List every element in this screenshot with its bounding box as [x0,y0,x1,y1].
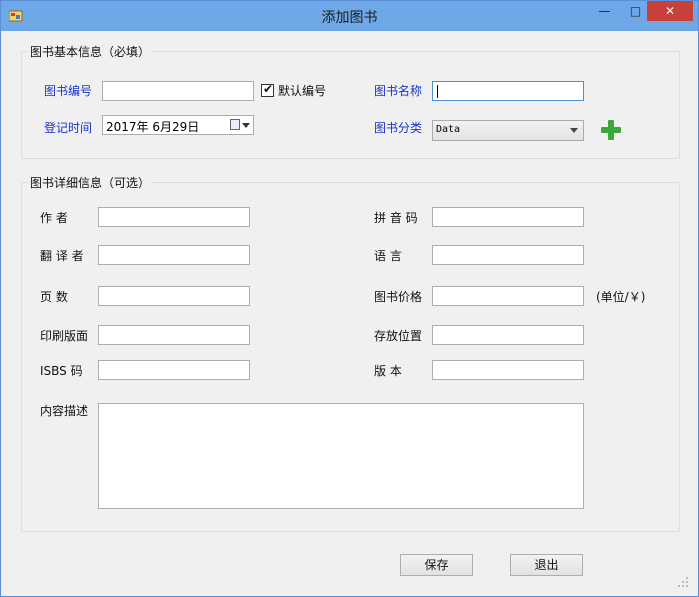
plus-icon-v [608,120,614,140]
reg-time-label: 登记时间 [44,121,93,135]
save-button[interactable]: 保存 [400,554,473,576]
edition-input[interactable] [432,360,584,380]
isbn-label: ISBS 码 [40,364,83,378]
author-input[interactable] [98,207,250,227]
location-label: 存放位置 [374,329,423,343]
category-select[interactable]: Data [432,120,584,141]
calendar-icon [230,119,240,130]
check-icon: ✔ [263,82,274,96]
chevron-down-icon [570,128,578,133]
maximize-button[interactable]: □ [622,1,649,21]
exit-button[interactable]: 退出 [510,554,583,576]
price-label: 图书价格 [374,290,423,304]
pages-label: 页 数 [40,290,68,304]
category-value: Data [436,124,461,135]
description-label: 内容描述 [40,404,89,418]
text-caret [437,85,438,98]
chevron-down-icon [242,123,250,128]
print-layout-label: 印刷版面 [40,329,89,343]
edition-label: 版 本 [374,364,402,378]
datepicker-dropdown-button[interactable] [225,116,253,134]
category-label: 图书分类 [374,121,423,135]
description-textarea[interactable] [98,403,584,509]
minimize-button[interactable]: — [591,1,618,21]
book-name-label: 图书名称 [374,84,423,98]
detail-info-legend: 图书详细信息（可选） [28,174,153,191]
isbn-input[interactable] [98,360,250,380]
language-input[interactable] [432,245,584,265]
author-label: 作 者 [40,211,68,225]
form-client-area: 图书基本信息（必填） 图书编号 ✔ 默认编号 图书名称 登记时间 2017年 6… [9,31,690,589]
basic-info-group: 图书基本信息（必填） [21,43,680,159]
reg-time-value: 2017年 6月29日 [106,120,200,134]
translator-input[interactable] [98,245,250,265]
language-label: 语 言 [374,249,402,263]
book-no-label: 图书编号 [44,84,93,98]
basic-info-legend: 图书基本信息（必填） [28,43,153,60]
default-no-label: 默认编号 [278,84,327,98]
add-category-icon[interactable] [601,120,621,140]
default-no-checkbox[interactable]: ✔ [261,82,274,97]
price-unit-label: (单位/￥) [596,290,646,304]
title-bar: 添加图书 — □ ✕ [1,1,698,31]
close-button[interactable]: ✕ [647,1,693,21]
location-input[interactable] [432,325,584,345]
pinyin-input[interactable] [432,207,584,227]
translator-label: 翻 译 者 [40,249,84,263]
add-book-window: 添加图书 — □ ✕ 图书基本信息（必填） 图书编号 ✔ 默认编号 图书名称 登… [0,0,699,597]
reg-time-datepicker[interactable]: 2017年 6月29日 [102,115,254,135]
book-name-input[interactable] [432,81,584,101]
pages-input[interactable] [98,286,250,306]
book-no-input[interactable] [102,81,254,101]
print-layout-input[interactable] [98,325,250,345]
price-input[interactable] [432,286,584,306]
pinyin-label: 拼 音 码 [374,211,418,225]
resize-grip[interactable] [678,577,688,587]
